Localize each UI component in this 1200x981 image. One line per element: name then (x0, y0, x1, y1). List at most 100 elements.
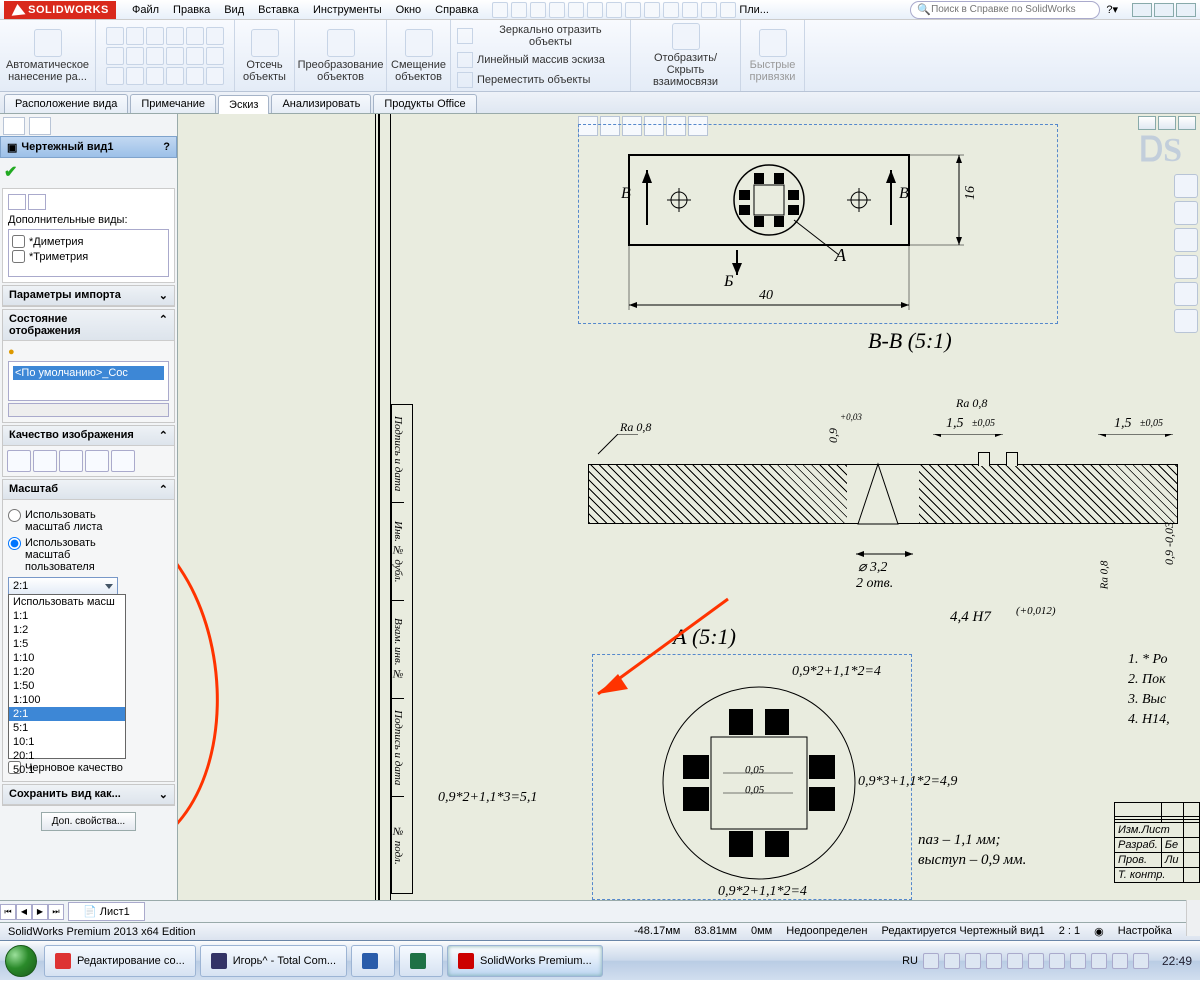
qat-scene-icon[interactable] (682, 2, 698, 18)
menu-view[interactable]: Вид (218, 2, 250, 18)
help-dropdown-icon[interactable]: ?▾ (1106, 3, 1118, 16)
plane-icon[interactable] (126, 67, 144, 85)
qat-select-icon[interactable] (606, 2, 622, 18)
radio-sheet[interactable] (8, 509, 21, 522)
clock[interactable]: 22:49 (1154, 954, 1192, 968)
tray-icon[interactable] (965, 953, 981, 969)
ribbon-trim[interactable]: Отсечь объекты (235, 20, 295, 91)
line-icon[interactable] (106, 27, 124, 45)
tray-icon[interactable] (1028, 953, 1044, 969)
scale-option[interactable]: 1:20 (9, 665, 125, 679)
scale-option[interactable]: 5:1 (9, 721, 125, 735)
ribbon-offset[interactable]: Смещение объектов (387, 20, 451, 91)
ribbon-mirror[interactable]: Зеркально отразить объекты (457, 24, 624, 48)
qat-layer-icon[interactable] (644, 2, 660, 18)
tray-icon[interactable] (1112, 953, 1128, 969)
tray-icon[interactable] (986, 953, 1002, 969)
help-search[interactable]: 🔍 (910, 1, 1100, 19)
menu-window[interactable]: Окно (390, 2, 428, 18)
collapse-icon[interactable]: ⌄ (159, 289, 168, 302)
checkbox-trimetry[interactable] (12, 250, 25, 263)
ribbon-relations[interactable]: Отобразить/Скрыть взаимосвязи (631, 20, 741, 91)
ribbon-linear-pattern[interactable]: Линейный массив эскиза (457, 52, 605, 68)
fm-tab-property-icon[interactable] (29, 117, 51, 135)
scale-option[interactable]: Использовать масш (9, 595, 125, 609)
task-totalcmd[interactable]: Игорь^ - Total Com... (200, 945, 347, 977)
collapse-icon[interactable]: ⌄ (159, 788, 168, 801)
orient-flat-icon[interactable] (8, 194, 26, 210)
checkbox-dimetry[interactable] (12, 235, 25, 248)
sheet-prev-icon[interactable]: ◀ (16, 904, 32, 920)
pane-header[interactable]: Параметры импорта⌄ (3, 286, 174, 306)
drawing-view-top[interactable]: 40 16 В В А Б (578, 124, 1058, 324)
view-palette-icon[interactable] (1174, 255, 1198, 279)
chk-dimetry[interactable]: *Диметрия (12, 235, 165, 248)
tab-office[interactable]: Продукты Office (373, 94, 476, 113)
pane-header[interactable]: Масштаб⌃ (3, 480, 174, 500)
hidden-lines-removed-icon[interactable] (33, 450, 57, 472)
scale-option[interactable]: 20:1 (9, 749, 125, 763)
tray-icon[interactable] (1133, 953, 1149, 969)
tray-icon[interactable] (923, 953, 939, 969)
scale-option[interactable]: 1:2 (9, 623, 125, 637)
chamfer-icon[interactable] (146, 67, 164, 85)
help-search-input[interactable] (931, 4, 1093, 15)
task-opera[interactable]: Редактирование со... (44, 945, 196, 977)
display-state-list[interactable]: <По умолчанию>_Сос (8, 361, 169, 401)
menu-overflow[interactable]: Пли... (739, 4, 769, 16)
resources-icon[interactable] (1174, 174, 1198, 198)
tab-view-layout[interactable]: Расположение вида (4, 94, 128, 113)
shaded-edges-icon[interactable] (85, 450, 109, 472)
macro-icon[interactable]: ◉ (1094, 925, 1104, 938)
sheet-first-icon[interactable]: ⏮ (0, 904, 16, 920)
file-explorer-icon[interactable] (1174, 228, 1198, 252)
menu-help[interactable]: Справка (429, 2, 484, 18)
ribbon-convert[interactable]: Преобразование объектов (295, 20, 387, 91)
scale-option[interactable]: 10:1 (9, 735, 125, 749)
list-item[interactable]: <По умолчанию>_Сос (13, 366, 164, 380)
pane-header[interactable]: Сохранить вид как...⌄ (3, 785, 174, 805)
menu-insert[interactable]: Вставка (252, 2, 305, 18)
ok-check-icon[interactable]: ✔ (4, 164, 17, 181)
tray-icon[interactable] (944, 953, 960, 969)
collapse-icon[interactable]: ⌃ (159, 313, 168, 337)
status-settings[interactable]: Настройка (1118, 925, 1172, 938)
qat-print-icon[interactable] (549, 2, 565, 18)
ribbon-smart-dimension[interactable]: Автоматическое нанесение ра... (0, 20, 96, 91)
radio-custom-scale[interactable]: Использовать масштаб пользователя (8, 537, 169, 573)
parabola-icon[interactable] (166, 47, 184, 65)
task-solidworks[interactable]: SolidWorks Premium... (447, 945, 603, 977)
tab-evaluate[interactable]: Анализировать (271, 94, 371, 113)
tab-annotation[interactable]: Примечание (130, 94, 216, 113)
fm-tab-feature-icon[interactable] (3, 117, 25, 135)
start-button[interactable] (0, 941, 42, 981)
task-excel[interactable] (399, 945, 443, 977)
tray-icon[interactable] (1007, 953, 1023, 969)
hidden-lines-visible-icon[interactable] (59, 450, 83, 472)
spline-icon[interactable] (186, 27, 204, 45)
horizontal-scrollbar[interactable] (8, 403, 169, 417)
minimize-button[interactable] (1132, 3, 1152, 17)
orient-iso-icon[interactable] (28, 194, 46, 210)
scale-option[interactable]: 50:1 (9, 763, 125, 777)
lang-indicator[interactable]: RU (902, 955, 918, 967)
scale-option-selected[interactable]: 2:1 (9, 707, 125, 721)
custom-props-icon[interactable] (1174, 309, 1198, 333)
sheet-next-icon[interactable]: ▶ (32, 904, 48, 920)
scale-combo[interactable]: 2:1 (8, 577, 118, 595)
rect-icon[interactable] (126, 27, 144, 45)
menu-file[interactable]: Файл (126, 2, 165, 18)
shaded-icon[interactable] (111, 450, 135, 472)
task-word[interactable] (351, 945, 395, 977)
pane-header[interactable]: Качество изображения⌃ (3, 426, 174, 446)
qat-save-icon[interactable] (530, 2, 546, 18)
drawing-canvas[interactable]: ᎠS Подпись и дата Инв. № дубл. Взам. инв… (178, 114, 1200, 900)
scale-option[interactable]: 1:50 (9, 679, 125, 693)
collapse-icon[interactable]: ⌃ (159, 483, 168, 496)
ellipse-icon[interactable] (146, 47, 164, 65)
pane-header[interactable]: Состояние отображения⌃ (3, 310, 174, 341)
qat-misc-icon[interactable] (720, 2, 736, 18)
sheet-last-icon[interactable]: ⏭ (48, 904, 64, 920)
arc-icon[interactable] (166, 27, 184, 45)
scale-option[interactable]: 1:1 (9, 609, 125, 623)
